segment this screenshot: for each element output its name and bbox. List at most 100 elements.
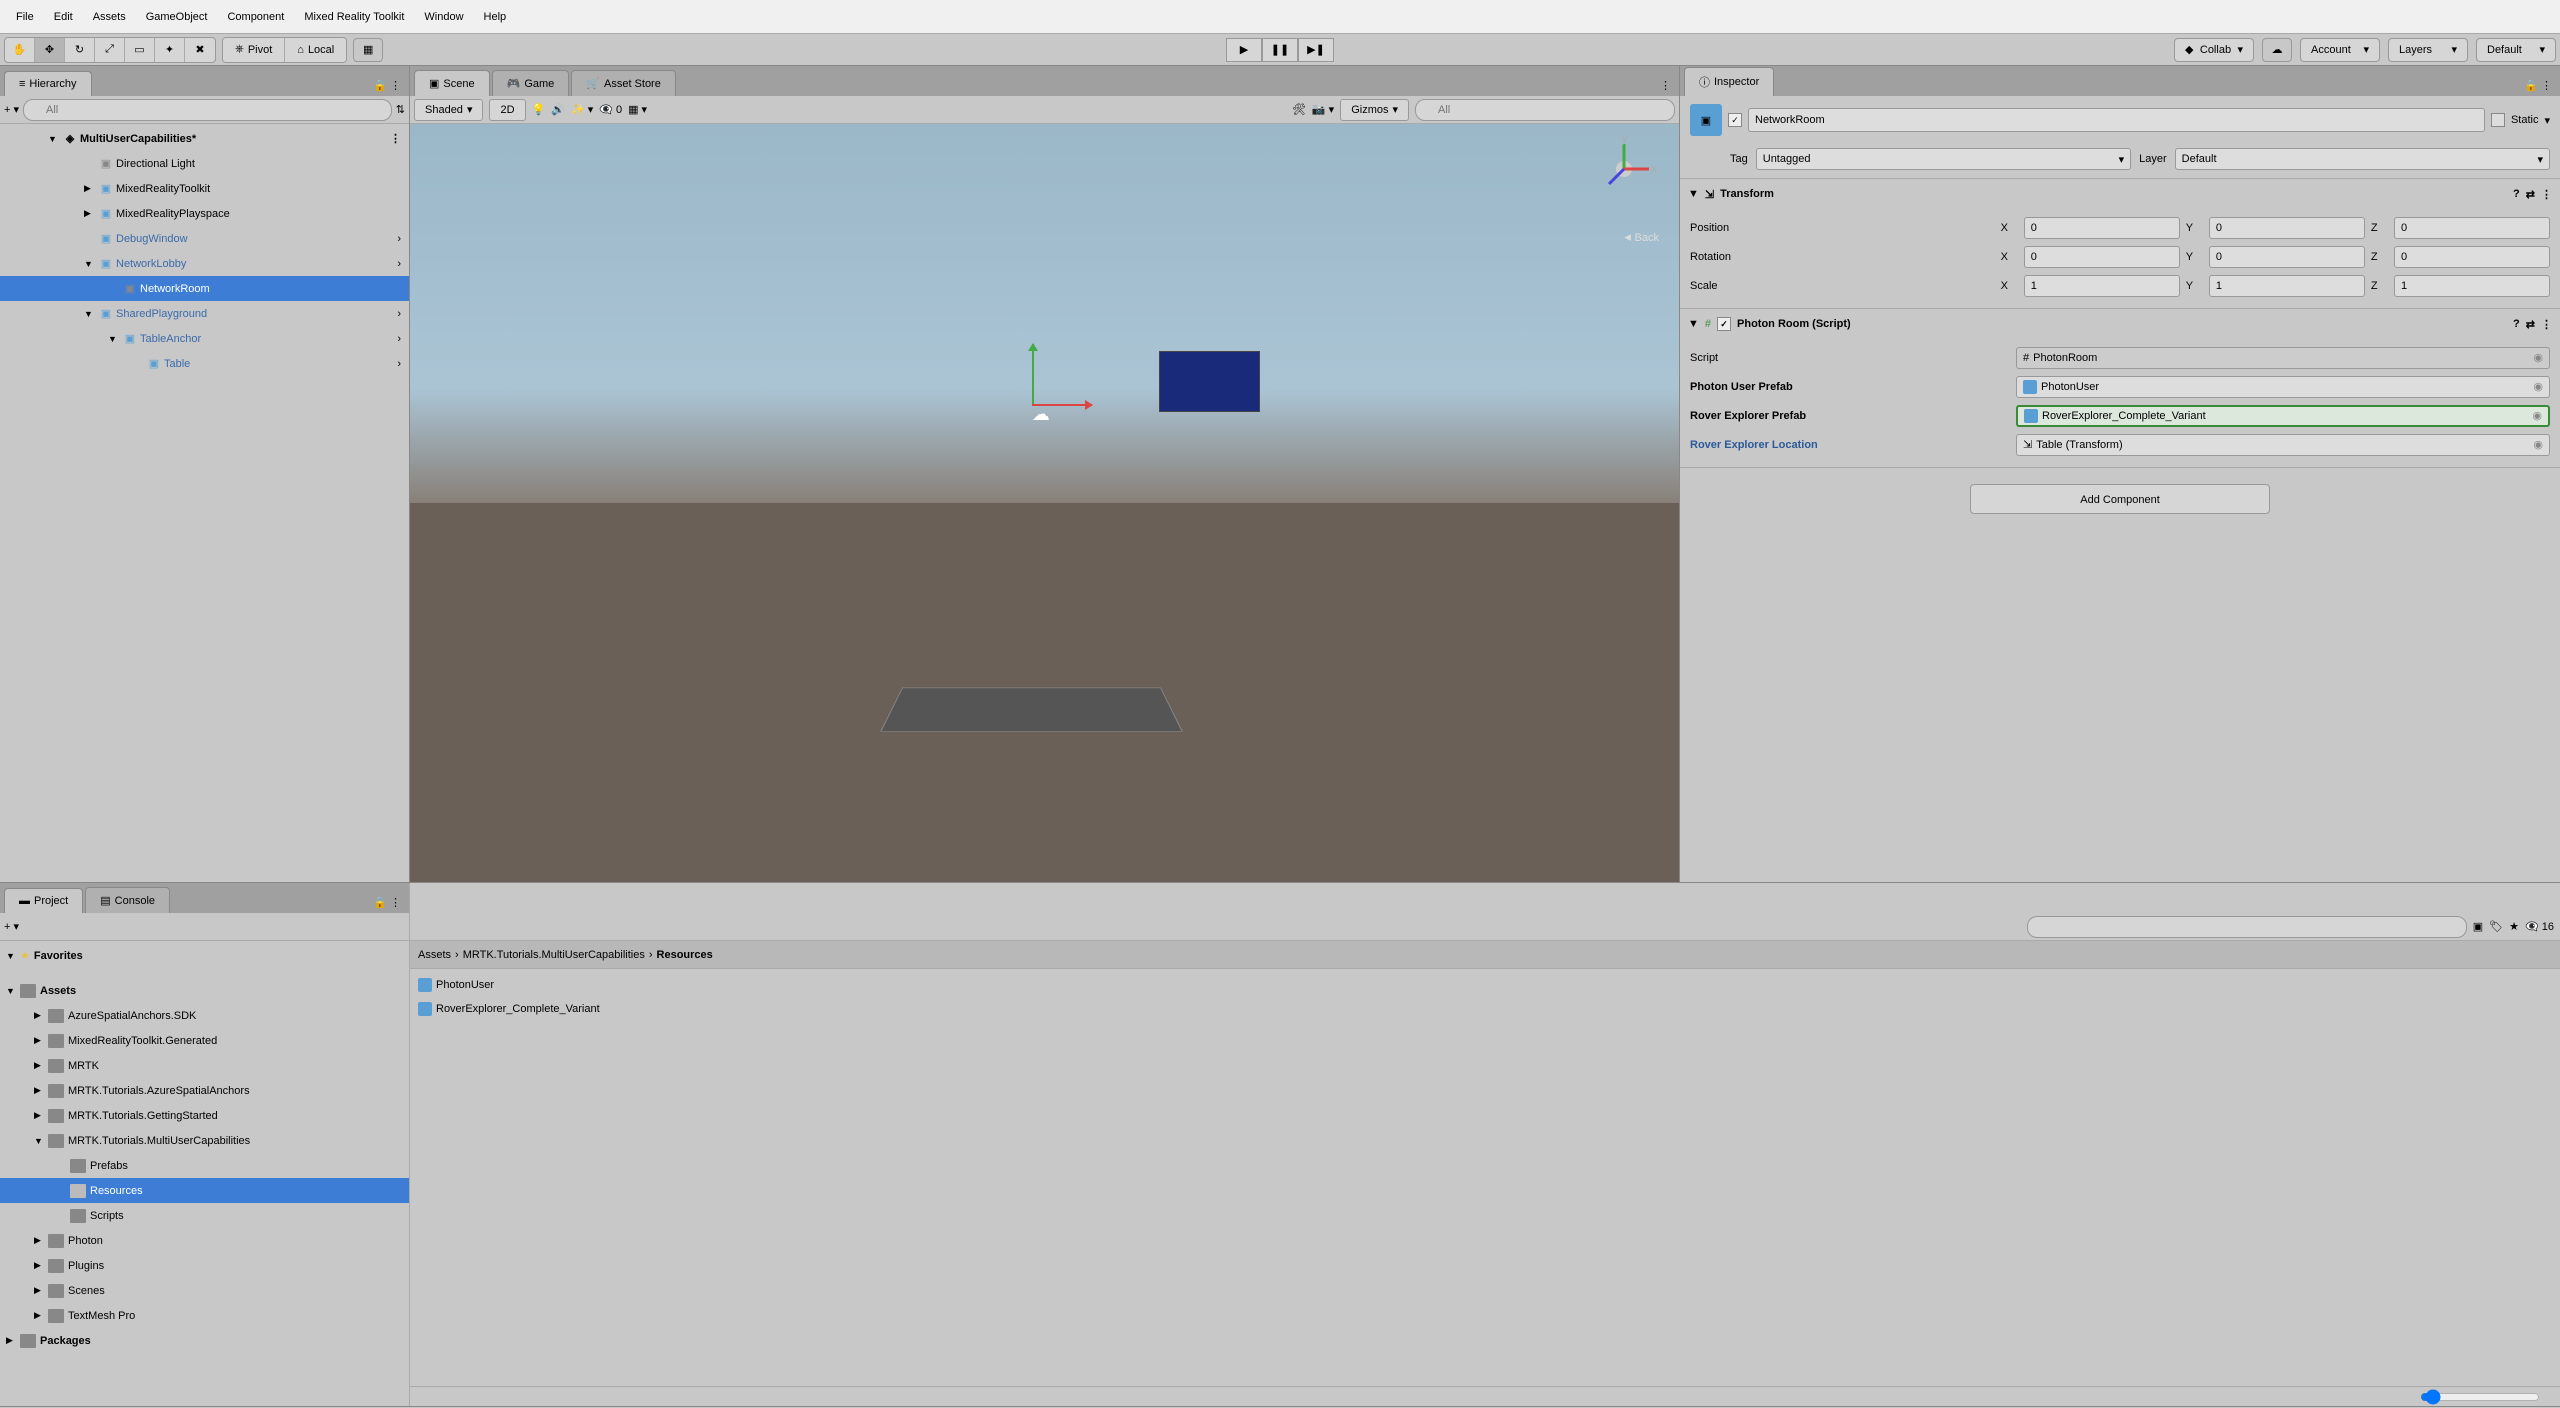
- static-dropdown-icon[interactable]: ▾: [2544, 114, 2550, 127]
- menu-component[interactable]: Component: [217, 11, 294, 23]
- light-icon[interactable]: 💡: [532, 103, 546, 116]
- hand-tool[interactable]: ✋: [5, 38, 35, 62]
- gizmos-dropdown[interactable]: Gizmos ▾: [1340, 99, 1409, 121]
- favorites-root[interactable]: ▼★Favorites: [0, 943, 409, 968]
- hierarchy-item-debugwindow[interactable]: ▣DebugWindow›: [0, 226, 409, 251]
- asset-photonuser[interactable]: PhotonUser: [418, 973, 2552, 997]
- asset-roverexplorer_complete_variant[interactable]: RoverExplorer_Complete_Variant: [418, 997, 2552, 1021]
- hierarchy-item-networklobby[interactable]: ▼▣NetworkLobby›: [0, 251, 409, 276]
- assets-root[interactable]: ▼Assets: [0, 978, 409, 1003]
- menu-icon[interactable]: ⋮: [2541, 318, 2552, 331]
- folder-scripts[interactable]: Scripts: [0, 1203, 409, 1228]
- breadcrumb-2[interactable]: Resources: [657, 949, 713, 961]
- scene-search[interactable]: [1415, 99, 1675, 121]
- folder-textmesh-pro[interactable]: ▶TextMesh Pro: [0, 1303, 409, 1328]
- orientation-gizmo[interactable]: yx: [1589, 134, 1659, 204]
- console-tab[interactable]: ▤ Console: [85, 887, 170, 913]
- folder-mrtk-tutorials-gettingstarted[interactable]: ▶MRTK.Tutorials.GettingStarted: [0, 1103, 409, 1128]
- object-picker-icon[interactable]: ◉: [2532, 409, 2542, 422]
- preset-icon[interactable]: ⇄: [2526, 318, 2535, 331]
- account-dropdown[interactable]: Account▾: [2300, 38, 2380, 62]
- hierarchy-item-mixedrealitytoolkit[interactable]: ▶▣MixedRealityToolkit: [0, 176, 409, 201]
- preset-icon[interactable]: ⇄: [2526, 188, 2535, 201]
- scale-y[interactable]: [2209, 275, 2365, 297]
- position-z[interactable]: [2394, 217, 2550, 239]
- search-by-label-icon[interactable]: 🏷: [2489, 920, 2503, 933]
- object-picker-icon[interactable]: ◉: [2533, 380, 2543, 393]
- step-button[interactable]: ▶❚: [1298, 38, 1334, 62]
- tag-dropdown[interactable]: Untagged▾: [1756, 148, 2131, 170]
- rover-location-field[interactable]: ⇲Table (Transform)◉: [2016, 434, 2550, 456]
- position-x[interactable]: [2024, 217, 2180, 239]
- scene-root[interactable]: ▼◈MultiUserCapabilities*⋮: [0, 126, 409, 151]
- menu-gameobject[interactable]: GameObject: [136, 11, 218, 23]
- static-checkbox[interactable]: [2491, 113, 2505, 127]
- create-asset-dropdown[interactable]: + ▾: [4, 920, 19, 933]
- breadcrumb-1[interactable]: MRTK.Tutorials.MultiUserCapabilities: [463, 949, 645, 961]
- hierarchy-item-mixedrealityplayspace[interactable]: ▶▣MixedRealityPlayspace: [0, 201, 409, 226]
- cloud-button[interactable]: ☁: [2262, 38, 2292, 62]
- scale-z[interactable]: [2394, 275, 2550, 297]
- folder-resources[interactable]: Resources: [0, 1178, 409, 1203]
- foldout-icon[interactable]: ▼: [1688, 188, 1699, 200]
- layout-dropdown[interactable]: Default▾: [2476, 38, 2556, 62]
- rotation-x[interactable]: [2024, 246, 2180, 268]
- tools-icon[interactable]: 🛠: [1292, 103, 1306, 116]
- hierarchy-item-networkroom[interactable]: ▣NetworkRoom: [0, 276, 409, 301]
- rover-prefab-field[interactable]: RoverExplorer_Complete_Variant◉: [2016, 405, 2550, 427]
- inspector-tab[interactable]: ⓘ Inspector: [1684, 67, 1774, 96]
- scale-x[interactable]: [2024, 275, 2180, 297]
- game-tab[interactable]: 🎮 Game: [492, 70, 570, 96]
- transform-tool[interactable]: ✦: [155, 38, 185, 62]
- folder-mrtk[interactable]: ▶MRTK: [0, 1053, 409, 1078]
- camera-icon[interactable]: 📷 ▾: [1312, 103, 1334, 116]
- folder-photon[interactable]: ▶Photon: [0, 1228, 409, 1253]
- hidden-packages-icon[interactable]: 👁‍🗨 16: [2525, 920, 2554, 933]
- layers-dropdown[interactable]: Layers▾: [2388, 38, 2468, 62]
- rect-tool[interactable]: ▭: [125, 38, 155, 62]
- add-component-button[interactable]: Add Component: [1970, 484, 2270, 514]
- hierarchy-item-table[interactable]: ▣Table›: [0, 351, 409, 376]
- pause-button[interactable]: ❚❚: [1262, 38, 1298, 62]
- favorite-search-icon[interactable]: ★: [2509, 920, 2519, 933]
- play-button[interactable]: ▶: [1226, 38, 1262, 62]
- help-icon[interactable]: ?: [2513, 188, 2520, 201]
- snap-toggle[interactable]: ▦: [353, 38, 383, 62]
- position-y[interactable]: [2209, 217, 2365, 239]
- user-prefab-field[interactable]: PhotonUser◉: [2016, 376, 2550, 398]
- menu-window[interactable]: Window: [414, 11, 473, 23]
- hierarchy-item-sharedplayground[interactable]: ▼▣SharedPlayground›: [0, 301, 409, 326]
- icon-size-slider[interactable]: [2420, 1389, 2540, 1405]
- custom-tool[interactable]: ✖: [185, 38, 215, 62]
- pivot-toggle[interactable]: ⎈ Pivot: [223, 38, 285, 62]
- hierarchy-item-directional-light[interactable]: ▣Directional Light: [0, 151, 409, 176]
- rotate-tool[interactable]: ↻: [65, 38, 95, 62]
- folder-scenes[interactable]: ▶Scenes: [0, 1278, 409, 1303]
- rotation-z[interactable]: [2394, 246, 2550, 268]
- scene-viewport[interactable]: ☁ yx ◂ Back: [410, 124, 1679, 882]
- folder-mixedrealitytoolkit-generated[interactable]: ▶MixedRealityToolkit.Generated: [0, 1028, 409, 1053]
- menu-help[interactable]: Help: [474, 11, 517, 23]
- folder-mrtk-tutorials-multiusercapabilities[interactable]: ▼MRTK.Tutorials.MultiUserCapabilities: [0, 1128, 409, 1153]
- search-by-type-icon[interactable]: ▣: [2473, 920, 2483, 933]
- hidden-icon[interactable]: 👁‍🗨 0: [599, 103, 622, 116]
- object-name-field[interactable]: [1748, 108, 2485, 132]
- help-icon[interactable]: ?: [2513, 318, 2520, 331]
- active-checkbox[interactable]: ✓: [1728, 113, 1742, 127]
- scale-tool[interactable]: ⤢: [95, 38, 125, 62]
- panel-lock-icon[interactable]: 🔒 ⋮: [365, 75, 409, 96]
- move-tool[interactable]: ✥: [35, 38, 65, 62]
- gameobject-icon[interactable]: ▣: [1690, 104, 1722, 136]
- audio-icon[interactable]: 🔊: [551, 103, 565, 116]
- hierarchy-search[interactable]: [23, 99, 392, 121]
- packages-root[interactable]: ▶Packages: [0, 1328, 409, 1353]
- shading-mode-dropdown[interactable]: Shaded ▾: [414, 99, 483, 121]
- rotation-y[interactable]: [2209, 246, 2365, 268]
- project-search[interactable]: [2027, 916, 2467, 938]
- scene-back-button[interactable]: ◂ Back: [1624, 229, 1659, 245]
- project-tab[interactable]: ▬ Project: [4, 888, 83, 913]
- component-enabled-checkbox[interactable]: ✓: [1717, 317, 1731, 331]
- create-dropdown[interactable]: + ▾: [4, 103, 19, 116]
- folder-prefabs[interactable]: Prefabs: [0, 1153, 409, 1178]
- local-toggle[interactable]: ⌂ Local: [285, 38, 346, 62]
